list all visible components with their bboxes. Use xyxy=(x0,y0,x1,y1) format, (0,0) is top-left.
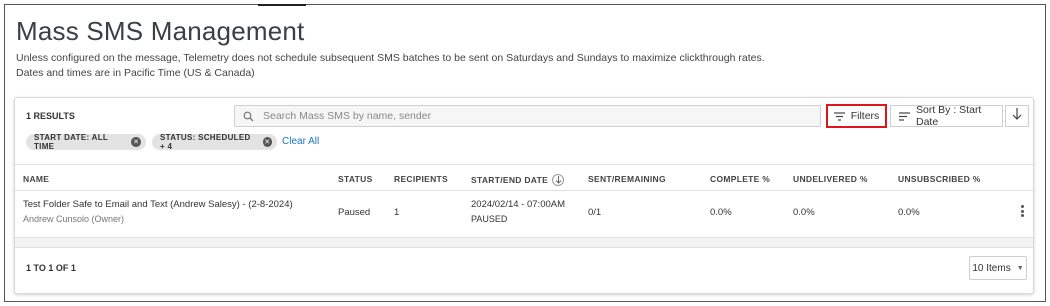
column-header-start-end-date[interactable]: START/END DATE xyxy=(471,174,565,186)
chevron-down-icon: ▼ xyxy=(1016,264,1024,272)
sms-unsubscribed-pct: 0.0% xyxy=(898,207,920,218)
filters-button[interactable]: Filters xyxy=(826,104,887,128)
filter-chip-start-date[interactable]: START DATE: ALL TIME ✕ xyxy=(26,133,146,151)
search-box[interactable] xyxy=(234,105,821,127)
sms-start-date: 2024/02/14 - 07:00AM xyxy=(471,199,566,210)
sms-status: Paused xyxy=(338,207,371,218)
sms-name[interactable]: Test Folder Safe to Email and Text (Andr… xyxy=(23,199,293,210)
mass-sms-panel: 1 RESULTS Filters Sort By : Start Date S… xyxy=(14,97,1034,294)
page-size-select[interactable]: 10 Items ▼ xyxy=(969,256,1027,280)
column-header-recipients[interactable]: RECIPIENTS xyxy=(394,174,448,184)
table-row[interactable]: Test Folder Safe to Email and Text (Andr… xyxy=(15,191,1033,233)
filter-icon xyxy=(833,111,845,121)
column-header-complete-pct[interactable]: COMPLETE % xyxy=(710,174,770,184)
page-title: Mass SMS Management xyxy=(16,16,305,46)
results-count: 1 RESULTS xyxy=(26,111,75,121)
search-input[interactable] xyxy=(263,110,803,122)
sort-lines-icon xyxy=(899,111,910,121)
filters-button-label: Filters xyxy=(850,110,880,122)
sms-owner: Andrew Cunsolo (Owner) xyxy=(23,214,125,224)
sort-by-button[interactable]: Sort By : Start Date xyxy=(890,104,1003,128)
row-actions-kebab-icon[interactable] xyxy=(1017,203,1027,219)
filter-chip-label: START DATE: ALL TIME xyxy=(34,133,108,151)
filter-chip-label: STATUS: SCHEDULED + 4 xyxy=(160,133,251,151)
column-header-sent-remaining[interactable]: SENT/REMAINING xyxy=(588,174,666,184)
sms-recipients: 1 xyxy=(394,207,400,218)
sms-sent-remaining: 0/1 xyxy=(588,207,602,218)
page-size-label: 10 Items xyxy=(972,262,1011,274)
search-icon xyxy=(243,111,254,122)
timezone-note: Dates and times are in Pacific Time (US … xyxy=(16,67,255,79)
page-description: Unless configured on the message, Teleme… xyxy=(16,52,765,64)
divider xyxy=(15,164,1033,165)
sort-arrow-down-icon xyxy=(552,174,565,186)
column-header-undelivered-pct[interactable]: UNDELIVERED % xyxy=(793,174,868,184)
sms-undelivered-pct: 0.0% xyxy=(793,207,815,218)
sms-end-date: PAUSED xyxy=(471,214,508,224)
footer-band xyxy=(15,238,1033,247)
top-accent-bar xyxy=(258,4,306,6)
pagination-range: 1 TO 1 OF 1 xyxy=(26,263,76,273)
filter-chip-status[interactable]: STATUS: SCHEDULED + 4 ✕ xyxy=(152,133,277,151)
arrow-down-icon xyxy=(1012,107,1022,125)
clear-all-link[interactable]: Clear All xyxy=(282,136,319,147)
column-header-name[interactable]: NAME xyxy=(23,174,49,184)
divider xyxy=(15,247,1033,248)
remove-chip-icon[interactable]: ✕ xyxy=(262,137,272,147)
sms-complete-pct: 0.0% xyxy=(710,207,732,218)
sort-direction-button[interactable] xyxy=(1005,105,1029,127)
remove-chip-icon[interactable]: ✕ xyxy=(131,137,141,147)
column-header-unsubscribed-pct[interactable]: UNSUBSCRIBED % xyxy=(898,174,981,184)
sort-by-label: Sort By : Start Date xyxy=(916,104,982,128)
column-header-status[interactable]: STATUS xyxy=(338,174,373,184)
